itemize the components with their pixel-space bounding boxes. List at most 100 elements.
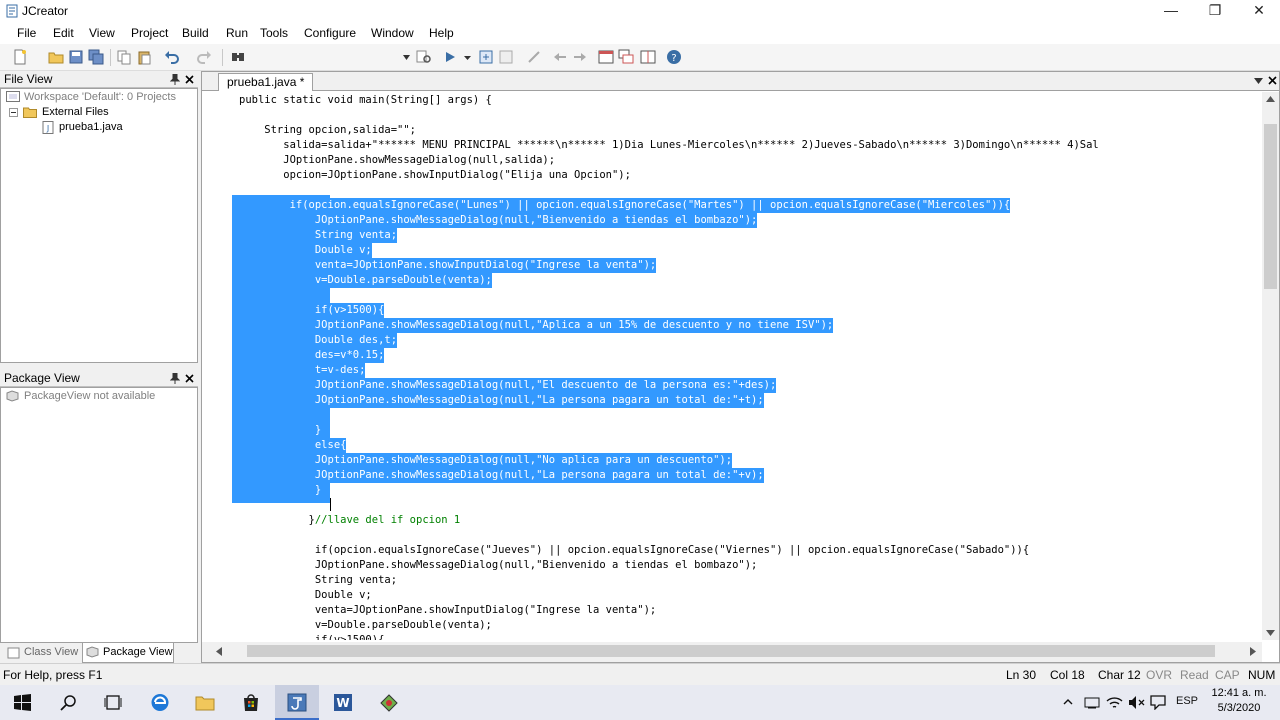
menu-run[interactable]: Run (226, 26, 248, 40)
taskbar-app[interactable] (367, 685, 411, 720)
code-line: Double des,t; (239, 333, 398, 348)
task-view-icon[interactable] (104, 694, 122, 711)
svg-text:?: ? (671, 53, 676, 64)
pin-icon[interactable] (170, 74, 180, 85)
code-line: JOptionPane.showMessageDialog(null,"Bien… (239, 213, 758, 228)
menu-view[interactable]: View (89, 26, 115, 40)
horizontal-scroll-thumb[interactable] (247, 645, 1215, 657)
file-view-panel: File View Workspace 'Default': 0 Project… (0, 71, 198, 363)
back-arrow-icon[interactable] (552, 49, 568, 65)
copy-icon[interactable] (116, 49, 132, 65)
save-icon[interactable] (68, 49, 84, 65)
clock[interactable]: 12:41 a. m. 5/3/2020 (1205, 686, 1273, 719)
svg-text:J: J (46, 124, 49, 133)
code-editor: prueba1.java * public static void main(S… (201, 71, 1280, 663)
find-icon[interactable] (230, 49, 246, 65)
scroll-right-icon[interactable] (1250, 647, 1256, 656)
package-view-header: Package View (0, 370, 198, 387)
vertical-scrollbar[interactable] (1262, 92, 1279, 640)
close-icon[interactable] (185, 75, 194, 84)
redo-icon[interactable] (196, 49, 212, 65)
workspace-item[interactable]: Workspace 'Default': 0 Projects (24, 90, 176, 104)
taskbar-word[interactable]: W (321, 685, 365, 720)
window-layout-icon[interactable] (598, 49, 614, 65)
code-line: } (239, 483, 322, 498)
toolbar: ? (0, 44, 1280, 71)
collapse-icon[interactable] (9, 108, 18, 117)
menu-tools[interactable]: Tools (260, 26, 288, 40)
open-folder-icon[interactable] (48, 49, 64, 65)
compile-icon[interactable] (478, 49, 494, 65)
action-center-icon[interactable] (1150, 694, 1166, 710)
volume-muted-icon[interactable] (1128, 695, 1145, 710)
find-combo[interactable] (252, 49, 412, 66)
menu-configure[interactable]: Configure (304, 26, 356, 40)
code-area[interactable]: public static void main(String[] args) {… (202, 92, 1262, 640)
pin-icon[interactable] (170, 373, 180, 384)
menu-help[interactable]: Help (429, 26, 454, 40)
package-tree: PackageView not available (0, 387, 198, 643)
minimize-button[interactable]: — (1148, 0, 1194, 22)
tab-class-view[interactable]: Class View (4, 644, 80, 662)
tab-package-view[interactable]: Package View (82, 643, 174, 663)
title-bar: JCreator — ❐ ✕ (0, 0, 1280, 22)
find-in-files-icon[interactable] (416, 49, 432, 65)
undo-icon[interactable] (164, 49, 180, 65)
tab-prueba1-java[interactable]: prueba1.java * (218, 73, 314, 91)
toggle-comment-icon[interactable] (526, 49, 542, 65)
maximize-button[interactable]: ❐ (1192, 0, 1238, 22)
edge-browser-icon[interactable] (150, 693, 170, 712)
code-line: venta=JOptionPane.showInputDialog("Ingre… (239, 258, 657, 273)
package-view-title: Package View (4, 371, 80, 385)
code-line: JOptionPane.showMessageDialog(null,"No a… (239, 453, 733, 468)
status-line: Ln 30 (1006, 668, 1037, 682)
forward-arrow-icon[interactable] (572, 49, 588, 65)
menu-build[interactable]: Build (182, 26, 209, 40)
horizontal-scrollbar[interactable] (202, 642, 1262, 662)
svg-text:W: W (336, 696, 349, 710)
tile-windows-icon[interactable] (640, 49, 656, 65)
cascade-windows-icon[interactable] (618, 49, 634, 65)
run-icon[interactable] (442, 49, 458, 65)
chevron-down-icon[interactable] (1254, 78, 1263, 84)
chevron-up-icon[interactable] (1063, 698, 1073, 705)
scroll-left-icon[interactable] (216, 647, 222, 656)
new-file-icon[interactable] (12, 49, 28, 65)
menu-edit[interactable]: Edit (53, 26, 74, 40)
store-icon[interactable] (241, 693, 261, 712)
code-line: v=Double.parseDouble(venta); (239, 273, 492, 288)
menu-bar: File Edit View Project Build Run Tools C… (0, 22, 1280, 44)
close-icon[interactable] (185, 374, 194, 383)
external-files-folder[interactable]: External Files (42, 105, 109, 119)
folder-icon (23, 107, 37, 118)
close-button[interactable]: ✕ (1236, 0, 1280, 22)
word-icon: W (334, 694, 352, 711)
code-line: public static void main(String[] args) { (239, 94, 492, 106)
windows-start-icon[interactable] (14, 694, 31, 711)
search-icon[interactable] (60, 694, 77, 711)
scroll-down-icon[interactable] (1266, 630, 1275, 636)
close-icon[interactable] (1268, 76, 1277, 85)
network-icon[interactable] (1084, 696, 1100, 709)
workspace-icon (6, 91, 20, 102)
keyboard-language[interactable]: ESP (1176, 695, 1198, 707)
wifi-icon[interactable] (1106, 695, 1123, 710)
status-help-text: For Help, press F1 (3, 668, 103, 682)
menu-file[interactable]: File (17, 26, 36, 40)
package-icon (6, 390, 19, 402)
taskbar-jcreator[interactable] (275, 685, 319, 720)
menu-project[interactable]: Project (131, 26, 168, 40)
chevron-down-icon[interactable] (460, 49, 476, 65)
java-file-item[interactable]: prueba1.java (59, 120, 123, 134)
file-explorer-icon[interactable] (195, 694, 215, 711)
tab-class-view-label: Class View (24, 646, 79, 658)
help-icon[interactable]: ? (666, 49, 682, 65)
code-line: JOptionPane.showMessageDialog(null,"El d… (239, 378, 777, 393)
save-all-icon[interactable] (88, 49, 104, 65)
build-icon[interactable] (498, 49, 514, 65)
vertical-scroll-thumb[interactable] (1264, 124, 1277, 289)
menu-window[interactable]: Window (371, 26, 414, 40)
scroll-up-icon[interactable] (1266, 96, 1275, 102)
file-tree: Workspace 'Default': 0 Projects External… (0, 88, 198, 363)
paste-icon[interactable] (136, 49, 152, 65)
